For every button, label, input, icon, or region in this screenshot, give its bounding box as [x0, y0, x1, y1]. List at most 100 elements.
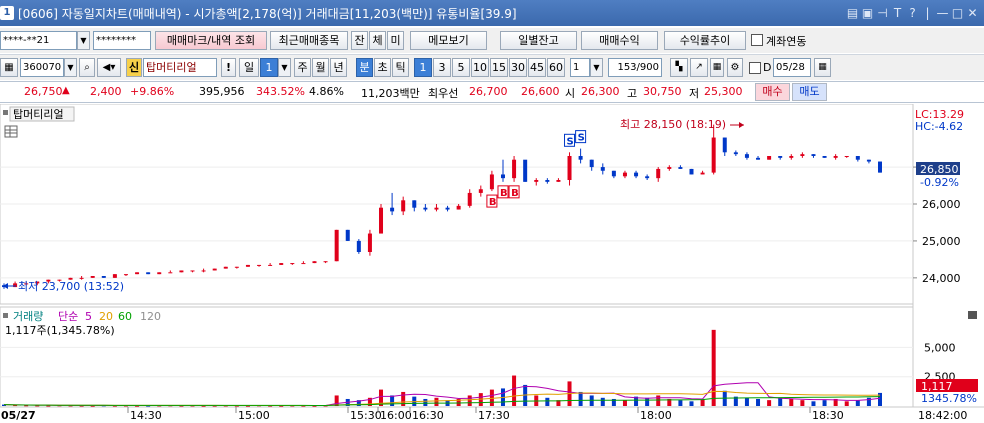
memo-button[interactable]: 메모보기 [410, 31, 487, 50]
candle-body [334, 229, 339, 262]
ma5-legend: 5 [85, 310, 92, 323]
minute-15[interactable]: 15 [490, 58, 508, 77]
minute-10[interactable]: 10 [471, 58, 489, 77]
time-tick-label: 16:30 [412, 409, 444, 422]
recent-stocks-button[interactable]: 최근매매종목 [270, 31, 348, 50]
profit-trend-button[interactable]: 수익률추이 [664, 31, 746, 50]
period-week[interactable]: 주 [294, 58, 311, 77]
count-input[interactable]: 1 [570, 58, 590, 77]
candle-body [323, 261, 328, 263]
candle-body [179, 270, 184, 273]
period-select[interactable]: 일 [239, 58, 259, 77]
candle-body [434, 207, 439, 210]
buy-button[interactable]: 매수 [755, 83, 790, 101]
account-input[interactable]: ****-**21 [0, 31, 77, 50]
chevron-down-icon[interactable]: ▼ [64, 58, 77, 77]
alert-icon[interactable]: ! [221, 58, 236, 77]
range-input[interactable]: 153/900 [608, 58, 662, 77]
candle-body [257, 264, 262, 266]
quote-bar: 26,750 ▲ 2,400 +9.86% 395,956 343.52% 4.… [0, 81, 984, 103]
candle-body [412, 200, 417, 208]
tab-jan[interactable]: 잔 [351, 31, 368, 50]
layout-icon[interactable]: ▤ [845, 6, 860, 20]
candle-body [534, 180, 539, 182]
candle-body [489, 174, 494, 190]
speaker-icon[interactable]: ◀▾ [97, 58, 121, 77]
xaxis-end-time: 18:42:00 [918, 409, 967, 422]
gear-icon[interactable]: ⚙ [727, 58, 743, 77]
minute-60[interactable]: 60 [547, 58, 565, 77]
candle-body [855, 156, 860, 160]
candle-body [201, 270, 206, 272]
account-link-checkbox[interactable] [751, 34, 763, 46]
collapse-icon[interactable] [968, 311, 977, 319]
period-tick[interactable]: 틱 [392, 58, 409, 77]
candle-body [789, 156, 794, 158]
minute-30[interactable]: 30 [509, 58, 527, 77]
period-month[interactable]: 월 [312, 58, 329, 77]
drawing-icon[interactable]: ↗ [690, 58, 708, 77]
daily-balance-button[interactable]: 일별잔고 [500, 31, 577, 50]
minute-3[interactable]: 3 [433, 58, 451, 77]
volume-bar [778, 397, 783, 406]
volume-bar [678, 400, 683, 406]
trade-mark-button[interactable]: 매매마크/내역 조회 [155, 31, 267, 50]
volume-panel-frame [0, 306, 914, 408]
close-icon[interactable]: ✕ [965, 6, 980, 20]
candle-body [212, 268, 217, 271]
candle-body [500, 174, 505, 179]
period-second[interactable]: 초 [374, 58, 391, 77]
volume-bar [645, 397, 650, 406]
minute-45[interactable]: 45 [528, 58, 546, 77]
buy-mark-label: B [489, 197, 497, 208]
time-tick-label: 17:30 [478, 409, 510, 422]
minimize-icon[interactable]: — [935, 6, 950, 20]
layout-icon[interactable]: ▦ [0, 58, 18, 77]
candle-body [445, 207, 450, 210]
stock-code-input[interactable]: 360070 [20, 58, 64, 77]
time-tick-label: 18:30 [812, 409, 844, 422]
trade-profit-button[interactable]: 매매수익 [581, 31, 658, 50]
volume-bar [800, 400, 805, 406]
sell-button[interactable]: 매도 [792, 83, 827, 101]
help-icon[interactable]: ? [905, 6, 920, 20]
stock-name-field[interactable]: 탑머티리얼 [143, 58, 217, 77]
chevron-down-icon[interactable]: ▼ [278, 58, 291, 77]
capture-icon[interactable]: ▣ [860, 6, 875, 20]
date-input[interactable]: 05/28 [773, 58, 811, 77]
volume-bar [711, 329, 716, 406]
maximize-icon[interactable]: □ [950, 6, 965, 20]
chart-tools-icon[interactable]: ▚ [670, 58, 688, 77]
volume-ratio: 343.52% [256, 85, 305, 98]
search-icon[interactable]: ⌕ [79, 58, 95, 77]
tab-che[interactable]: 체 [369, 31, 386, 50]
chevron-down-icon[interactable]: ▼ [77, 31, 90, 50]
minute-1[interactable]: 1 [414, 58, 432, 77]
calendar-icon[interactable]: ▦ [814, 58, 831, 77]
candle-body [478, 189, 483, 193]
volume-bar [656, 395, 661, 406]
best-price-label: 최우선 [428, 87, 459, 100]
grid-icon[interactable]: ▦ [710, 58, 724, 77]
period-minute[interactable]: 분 [356, 58, 373, 77]
price-tick-label: 24,000 [922, 272, 961, 285]
period-number[interactable]: 1 [260, 58, 278, 77]
period-year[interactable]: 년 [330, 58, 347, 77]
high-label: 고 [627, 87, 638, 100]
account-toolbar: ****-**21 ▼ ******** 매매마크/내역 조회 최근매매종목 잔… [0, 28, 984, 53]
font-icon[interactable]: T [890, 6, 905, 20]
ma120-legend: 120 [140, 310, 161, 323]
candle-body [567, 156, 572, 180]
chevron-down-icon[interactable]: ▼ [590, 58, 603, 77]
date-checkbox[interactable] [749, 62, 761, 74]
candle-body [112, 274, 117, 278]
password-input[interactable]: ******** [93, 31, 151, 50]
volume-bar [622, 400, 627, 406]
minute-5[interactable]: 5 [452, 58, 470, 77]
volume-bar [334, 395, 339, 406]
chart-area[interactable]: 탑머티리얼 LC:13.29 HC:-4.62 27,00026,00025,0… [0, 104, 984, 423]
pin-icon[interactable]: ⊣ [875, 6, 890, 20]
tab-mi[interactable]: 미 [387, 31, 404, 50]
table-icon[interactable] [4, 125, 18, 138]
volume-bar [822, 400, 827, 406]
